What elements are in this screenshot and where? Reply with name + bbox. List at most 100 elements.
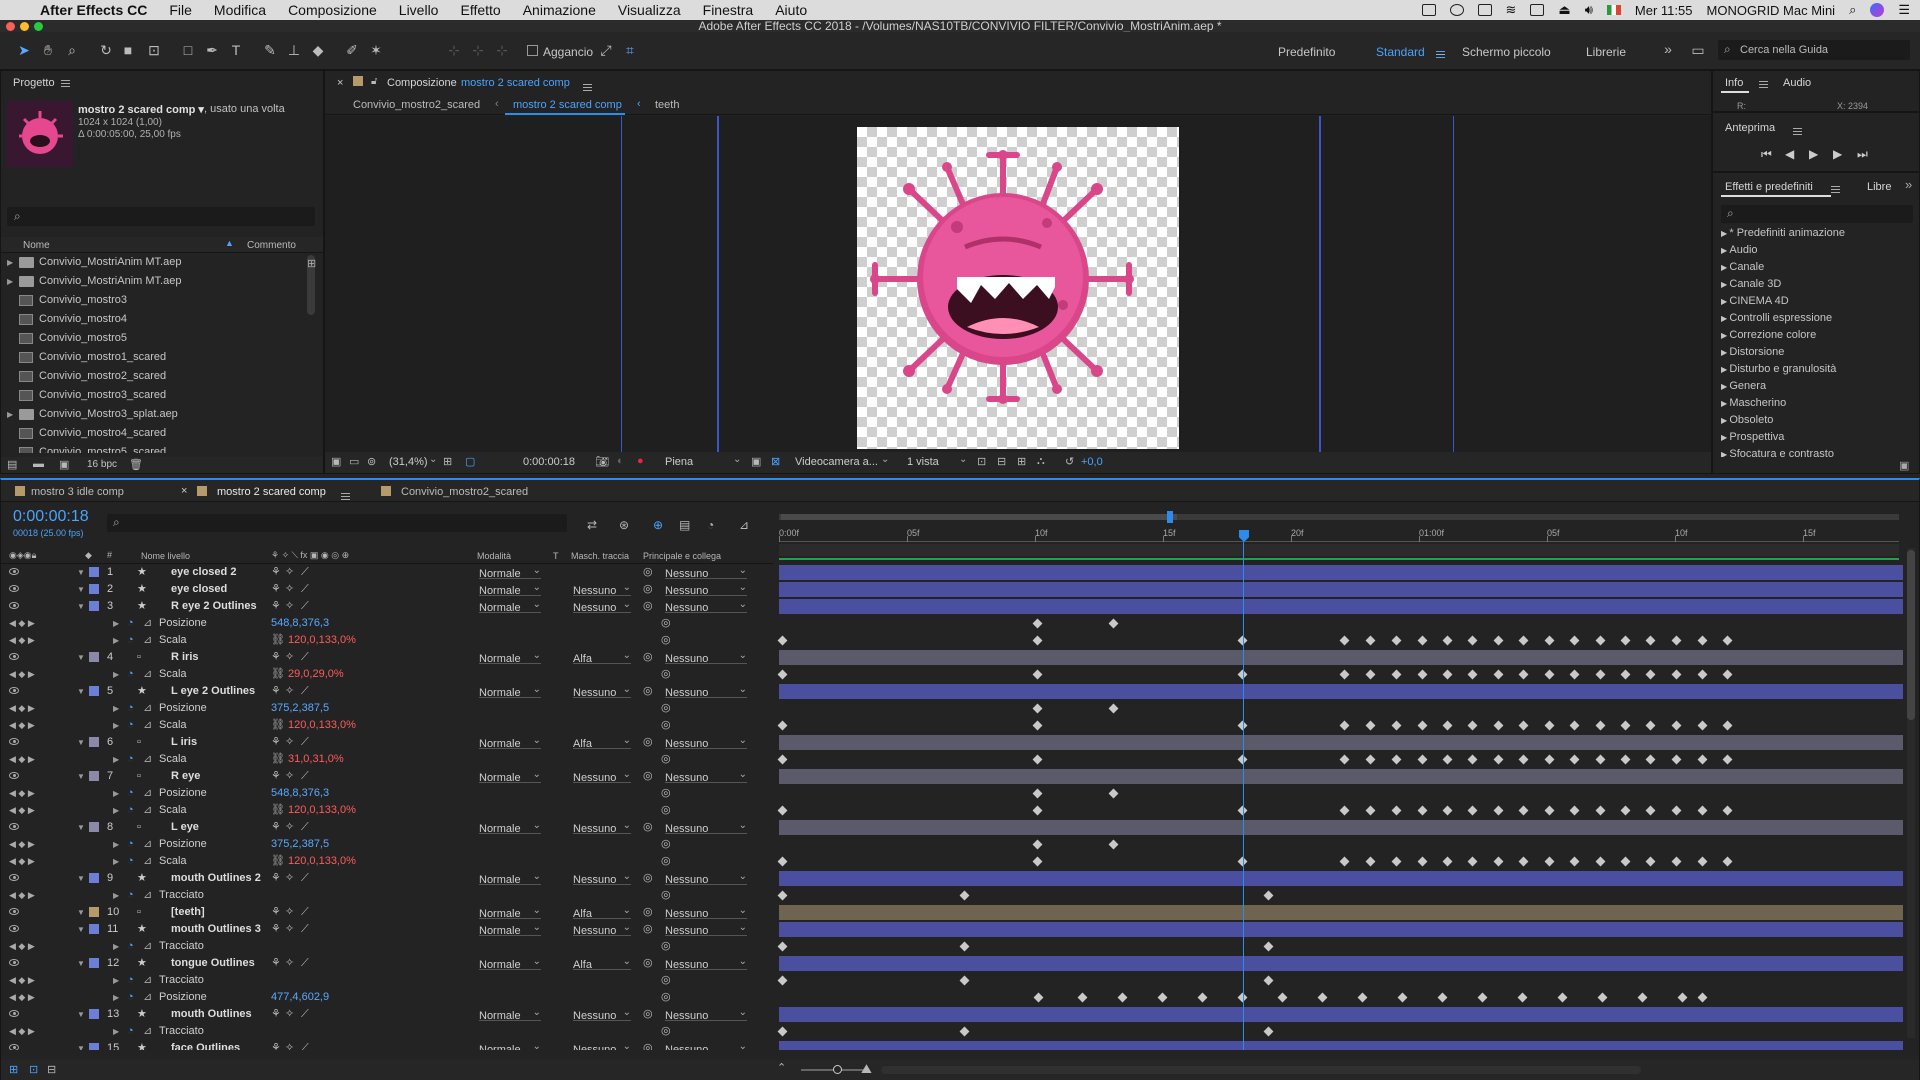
keyframe-diamond[interactable] — [1493, 720, 1504, 731]
switch-quality-icon[interactable]: ⟋ — [301, 819, 309, 836]
keyframe-diamond[interactable] — [1645, 720, 1656, 731]
layer-name[interactable]: eye closed — [171, 581, 227, 598]
keyframe-diamond[interactable] — [1569, 856, 1580, 867]
keyframe-diamond[interactable] — [1277, 992, 1288, 1003]
switch-collapse-icon[interactable]: ✧ — [285, 768, 294, 785]
keyframe-diamond[interactable] — [959, 975, 970, 986]
frame-blending-icon[interactable]: ▤ — [679, 518, 690, 532]
property-row[interactable]: ◀ ◆ ▶ ▶ ◔ ⊿ Scala ⛓ 31,0,31,0% ◎ — [1, 751, 773, 768]
zoom-in-icon[interactable]: ⛰︎ — [861, 1061, 872, 1077]
layer-label-color[interactable] — [89, 907, 99, 917]
expand-triangle-icon[interactable]: ▶ — [113, 989, 119, 1006]
preview-menu-icon[interactable] — [1787, 125, 1802, 137]
menu-composition[interactable]: Composizione — [288, 2, 377, 18]
column-track-matte[interactable]: Masch. traccia — [571, 551, 629, 561]
info-menu-icon[interactable] — [1753, 78, 1768, 90]
property-row[interactable]: ◀ ◆ ▶ ▶ ◔ ⊿ Tracciato ◎ — [1, 1023, 773, 1040]
zoom-window-button[interactable] — [34, 22, 43, 31]
project-item[interactable]: Convivio_mostro5_scared — [1, 443, 306, 453]
graph-editor-icon[interactable]: ⊿ — [739, 518, 749, 532]
layer-name[interactable]: L eye 2 Outlines — [171, 683, 255, 700]
expand-triangle-icon[interactable]: ▼ — [77, 870, 85, 887]
keyframe-diamond[interactable] — [1595, 635, 1606, 646]
layer-name[interactable]: L eye — [171, 819, 199, 836]
layer-duration-bar[interactable] — [779, 922, 1903, 937]
help-search-input[interactable]: ⌕ Cerca nella Guida — [1718, 40, 1910, 60]
user-name[interactable]: MONOGRID Mac Mini — [1707, 3, 1836, 18]
parent-dropdown[interactable]: Nessuno — [665, 1038, 747, 1050]
project-panel-menu-icon[interactable] — [60, 79, 70, 87]
keyframe-diamond[interactable] — [1157, 992, 1168, 1003]
property-row[interactable]: ◀ ◆ ▶ ▶ ◔ ⊿ Scala ⛓ 120,0,133,0% ◎ — [1, 632, 773, 649]
monitor-icon[interactable]: ▭ — [349, 455, 359, 468]
keyframe-diamond[interactable] — [1442, 856, 1453, 867]
track-matte-dropdown[interactable]: Nessuno — [573, 817, 631, 835]
expand-triangle-icon[interactable]: ▼ — [77, 1040, 85, 1050]
project-search-input[interactable]: ⌕ — [7, 207, 315, 226]
snap-checkbox[interactable] — [527, 45, 538, 56]
layer-row[interactable]: ▼ 15 ★ face Outlines ⚘ ✧ ⟋ Normale Nessuno ◎ Nessu… — [1, 1038, 773, 1050]
keyframe-diamond[interactable] — [1467, 754, 1478, 765]
zoom-out-icon[interactable]: ⌃ — [777, 1061, 786, 1074]
keyframe-diamond[interactable] — [1671, 635, 1682, 646]
blend-mode-dropdown[interactable]: Normale — [479, 732, 541, 750]
keyframe-diamond[interactable] — [777, 890, 788, 901]
property-row[interactable]: ◀ ◆ ▶ ▶ ◔ ⊿ Scala ⛓ 120,0,133,0% ◎ — [1, 802, 773, 819]
timeline-current-time[interactable]: 0:00:00:18 — [13, 508, 89, 526]
layer-row[interactable]: ▼ 13 ★ mouth Outlines ⚘✧ ⟋ Normale Nessuno ◎ Ness… — [1, 1004, 773, 1023]
expression-pickwhip-icon[interactable]: ◎ — [661, 836, 671, 853]
project-comp-name[interactable]: mostro 2 scared comp ▾ — [78, 103, 204, 116]
current-time-display[interactable]: 0:00:00:18 — [523, 456, 575, 468]
track-matte-dropdown[interactable]: Nessuno — [573, 766, 631, 784]
keyframe-diamond[interactable] — [1697, 720, 1708, 731]
expand-triangle-icon[interactable]: ▼ — [77, 819, 85, 836]
interpret-footage-icon[interactable]: ▤ — [7, 458, 17, 471]
keyframe-diamond[interactable] — [1032, 839, 1043, 850]
stopwatch-icon[interactable]: ◔ — [127, 717, 134, 734]
keyframe-diamond[interactable] — [1595, 856, 1606, 867]
switch-quality-icon[interactable]: ⟋ — [301, 564, 309, 581]
keyframe-diamond[interactable] — [1620, 669, 1631, 680]
project-item[interactable]: Convivio_mostro3_scared — [1, 386, 306, 405]
keyframe-diamond[interactable] — [1263, 975, 1274, 986]
parent-pickwhip-icon[interactable]: ◎ — [643, 819, 653, 836]
switch-shy-icon[interactable]: ⚘ — [271, 564, 281, 581]
expression-pickwhip-icon[interactable]: ◎ — [661, 972, 671, 989]
parent-dropdown[interactable]: Nessuno — [665, 919, 747, 937]
axis-local-icon[interactable]: ⊹ — [446, 42, 462, 58]
blend-mode-dropdown[interactable]: Normale — [479, 1038, 541, 1050]
status-app-icon[interactable] — [1421, 4, 1436, 16]
keyframe-diamond[interactable] — [1108, 839, 1119, 850]
keyframe-nav-icon[interactable]: ◀ ◆ ▶ — [9, 938, 35, 955]
siri-icon[interactable] — [1870, 3, 1885, 17]
track-matte-dropdown[interactable]: Nessuno — [573, 579, 631, 597]
property-value[interactable]: 375,2,387,5 — [271, 700, 329, 717]
blend-mode-dropdown[interactable]: Normale — [479, 1004, 541, 1022]
flag-icon[interactable] — [1606, 5, 1621, 15]
switch-quality-icon[interactable]: ⟋ — [301, 734, 309, 751]
keyframe-diamond[interactable] — [1339, 635, 1350, 646]
switch-quality-icon[interactable]: ⟋ — [301, 1040, 309, 1050]
visibility-eye-icon[interactable] — [9, 925, 19, 932]
spotlight-icon[interactable]: ⌕ — [1849, 2, 1856, 18]
tab-convivio-mostro2[interactable]: Convivio_mostro2_scared — [401, 486, 528, 498]
expand-triangle-icon[interactable]: ▼ — [77, 904, 85, 921]
keyframe-diamond[interactable] — [1397, 992, 1408, 1003]
in-out-toggle-icon[interactable]: ⊟ — [47, 1063, 56, 1076]
keyframe-nav-icon[interactable]: ◀ ◆ ▶ — [9, 853, 35, 870]
resolution-dropdown[interactable]: Piena — [665, 456, 693, 468]
keyframe-diamond[interactable] — [1620, 720, 1631, 731]
track-matte-dropdown[interactable]: Alfa — [573, 902, 631, 920]
parent-pickwhip-icon[interactable]: ◎ — [643, 904, 653, 921]
layer-duration-bar[interactable] — [779, 735, 1903, 750]
switch-shy-icon[interactable]: ⚘ — [271, 581, 281, 598]
timeline-zoom-thumb[interactable] — [833, 1065, 842, 1074]
switch-collapse-icon[interactable]: ✧ — [285, 819, 294, 836]
layer-name[interactable]: R eye 2 Outlines — [171, 598, 257, 615]
effect-category[interactable]: ▶ Canale 3D — [1721, 278, 1781, 290]
menu-file[interactable]: File — [169, 2, 192, 18]
property-row[interactable]: ◀ ◆ ▶ ▶ ◔ ⊿ Scala ⛓ 120,0,133,0% ◎ — [1, 717, 773, 734]
switch-shy-icon[interactable]: ⚘ — [271, 768, 281, 785]
switch-collapse-icon[interactable]: ✧ — [285, 904, 294, 921]
wifi-icon[interactable]: ≋ — [1506, 2, 1517, 18]
